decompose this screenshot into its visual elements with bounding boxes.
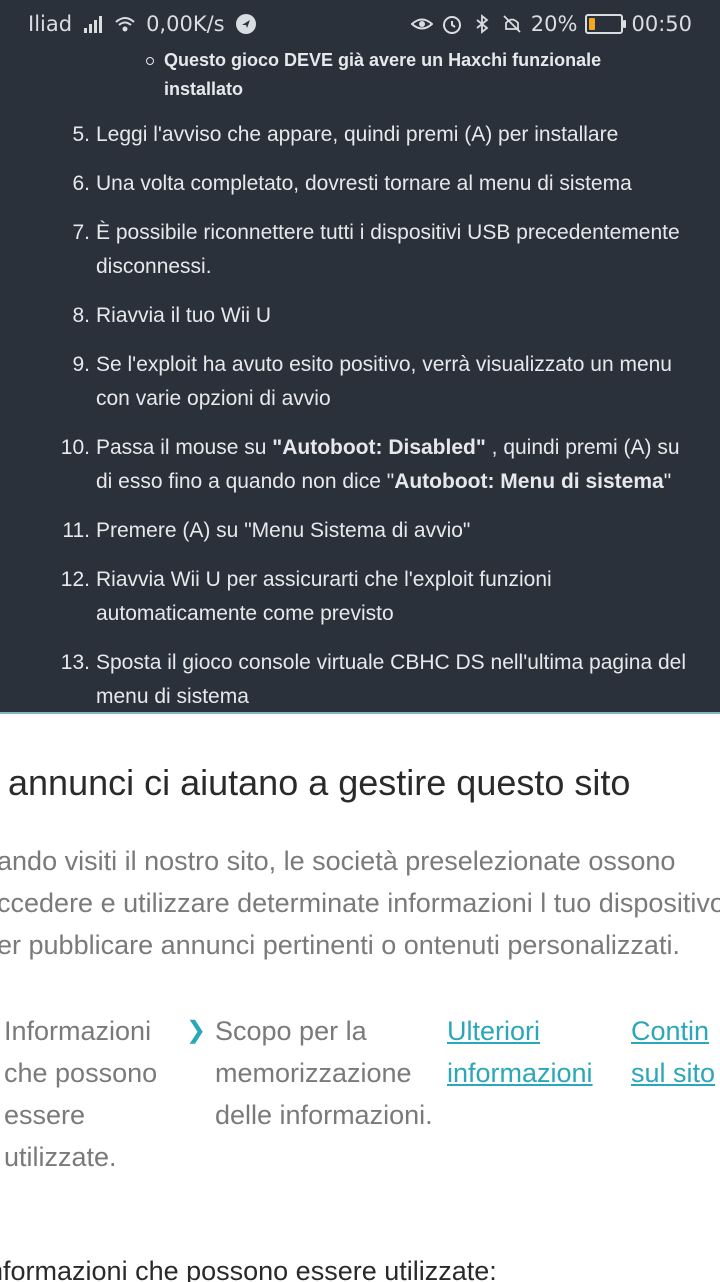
consent-title: I annunci ci aiutano a gestire questo si… [0,762,631,803]
step-item: 5. Leggi l'avviso che appare, quindi prem… [72,123,619,146]
more-info-link[interactable]: Ulteriori informazioni [447,1010,627,1094]
consent-subheading: nformazioni che possono essere utilizzat… [0,1256,497,1282]
network-speed: 0,00K/s [146,12,225,36]
battery-icon [585,14,627,34]
steps-list: 5. Leggi l'avviso che appare, quindi prem… [0,118,720,714]
consent-description: uando visiti il nostro sito, le società … [0,846,720,960]
info-used-label[interactable]: Informazioni che possono essere utilizza… [4,1010,180,1178]
wifi-icon [115,17,135,32]
clock: 00:50 [631,12,692,36]
step-item: 12. Riavvia Wii U per assicurarti che l'e… [60,568,552,625]
step-item: 7. È possibile riconnettere tutti i dispo… [72,221,680,278]
sub-bullet: Questo gioco DEVE già avere un Haxchi fu… [146,46,666,104]
signal-icon [84,16,103,33]
eye-icon [410,18,433,30]
step-item: 11. Premere (A) su "Menu Sistema di avvio… [62,519,471,542]
storage-purpose-label[interactable]: Scopo per la memorizzazione delle inform… [215,1010,441,1136]
battery-percent: 20% [530,12,578,36]
step-item: 8. Riavvia il tuo Wii U [72,304,272,327]
mute-icon [503,15,521,33]
bluetooth-icon [476,14,489,34]
step-item: 10. Passa il mouse su "Autoboot: Disabled… [60,436,680,493]
alarm-icon [442,16,461,34]
chevron-right-icon[interactable]: ❯ [186,1010,206,1052]
continue-link[interactable]: Contin sul sito [631,1010,720,1094]
step-item: 13. Sposta il gioco console virtuale CBHC… [60,651,686,708]
article-content: Questo gioco DEVE già avere un Haxchi fu… [0,40,720,714]
carrier-label: Iliad [28,12,73,36]
step-item: 9. Se l'exploit ha avuto esito positivo, … [72,353,672,410]
consent-dialog: I annunci ci aiutano a gestire questo si… [0,712,720,1282]
step-item: 6. Una volta completato, dovresti tornare… [72,172,632,195]
vpn-icon [235,14,256,34]
